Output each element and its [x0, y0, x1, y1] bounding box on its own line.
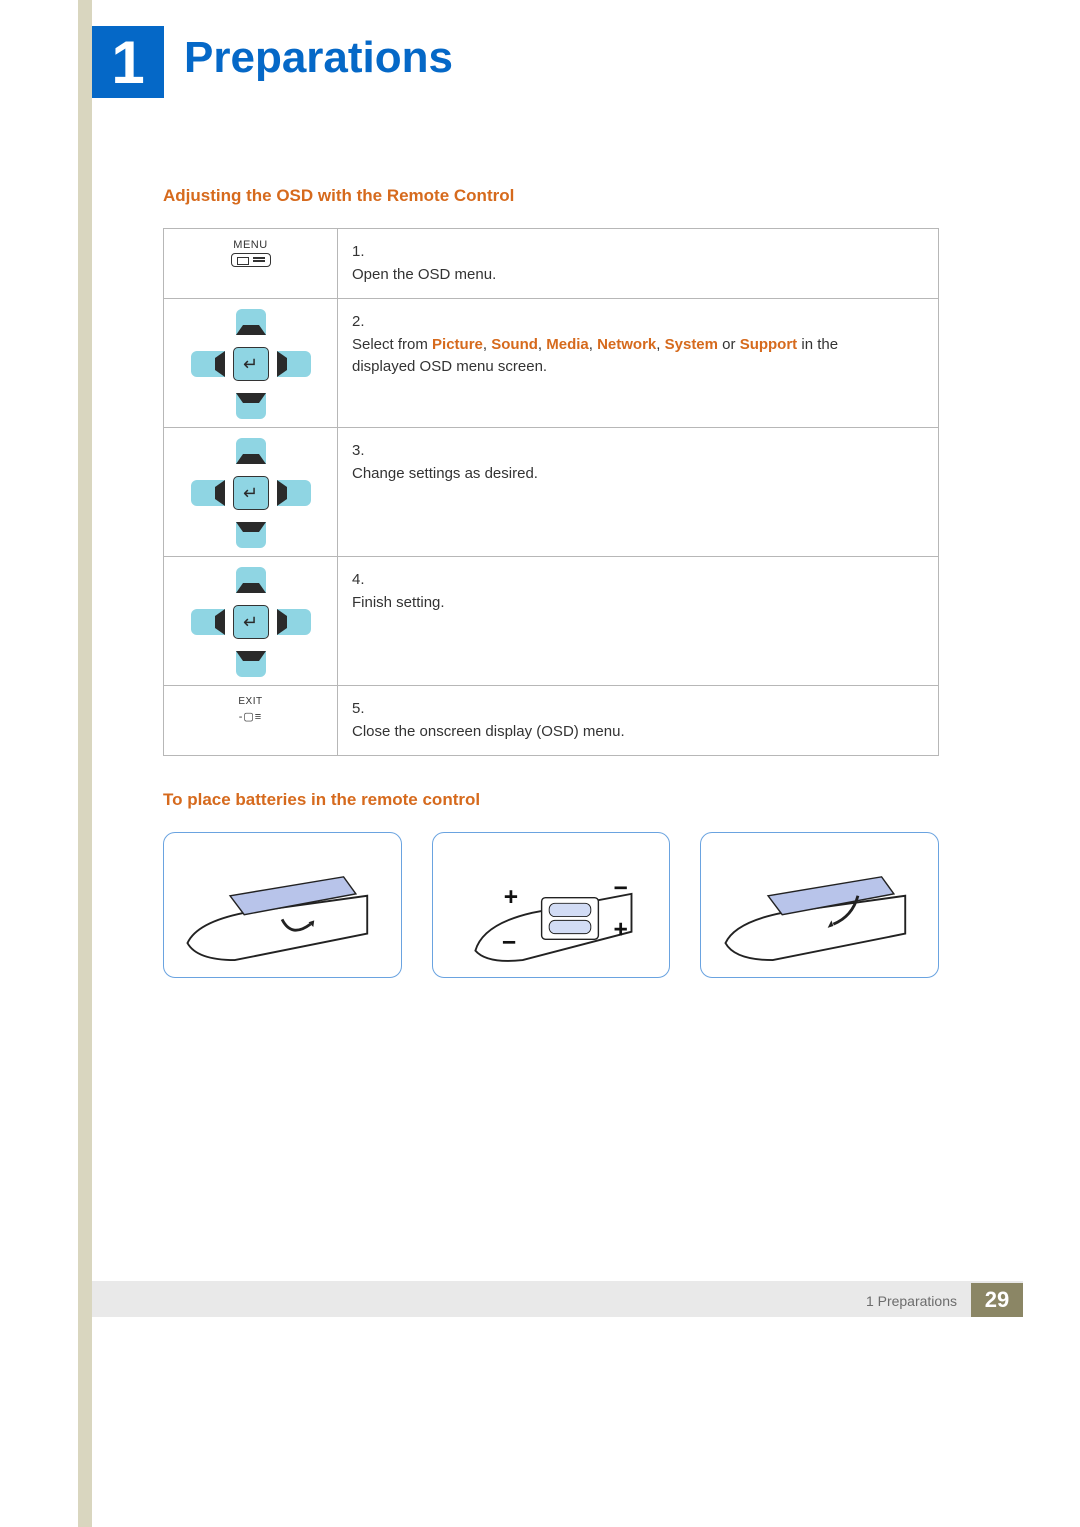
table-row: ↵ 2. Select from Picture, Sound, Media, …	[164, 299, 939, 428]
left-rail	[78, 0, 92, 1527]
footer-label: 1 Preparations	[852, 1283, 971, 1317]
dpad-icon: ↵	[191, 438, 311, 548]
dpad-right-icon	[277, 609, 311, 635]
battery-panel-insert: + − − +	[432, 832, 671, 978]
step-text: Close the onscreen display (OSD) menu.	[352, 721, 898, 744]
step-number: 4.	[352, 569, 374, 592]
joiner: ,	[483, 336, 491, 353]
minus-symbol: −	[502, 929, 516, 956]
dpad-down-icon	[236, 522, 266, 548]
dpad-left-icon	[191, 480, 225, 506]
icon-cell-exit: EXIT -▢≡	[164, 686, 338, 756]
menu-option: Network	[597, 336, 656, 353]
joiner: ,	[656, 336, 664, 353]
step-number: 2.	[352, 311, 374, 334]
plus-symbol: +	[613, 916, 627, 943]
dpad-right-icon	[277, 351, 311, 377]
icon-cell-dpad: ↵	[164, 557, 338, 686]
section-heading-battery: To place batteries in the remote control	[163, 790, 939, 810]
joiner: ,	[589, 336, 597, 353]
dpad-enter-icon: ↵	[233, 476, 269, 510]
remote-open-cover-icon	[178, 839, 386, 971]
chapter-title: Preparations	[184, 33, 453, 83]
chapter-number: 1	[111, 28, 144, 97]
chapter-number-box: 1	[92, 26, 164, 98]
table-row: EXIT -▢≡ 5. Close the onscreen display (…	[164, 686, 939, 756]
step-cell: 5. Close the onscreen display (OSD) menu…	[338, 686, 939, 756]
dpad-enter-icon: ↵	[233, 605, 269, 639]
step-text-prefix: Select from	[352, 336, 432, 353]
step-cell: 4. Finish setting.	[338, 557, 939, 686]
dpad-enter-icon: ↵	[233, 347, 269, 381]
footer-page-number: 29	[971, 1283, 1023, 1317]
dpad-up-icon	[236, 309, 266, 335]
table-row: ↵ 4. Finish setting.	[164, 557, 939, 686]
step-number: 3.	[352, 440, 374, 463]
page-footer: 1 Preparations 29	[852, 1283, 1023, 1317]
joiner: ,	[538, 336, 546, 353]
step-text: Select from Picture, Sound, Media, Netwo…	[352, 334, 898, 379]
dpad-icon: ↵	[191, 309, 311, 419]
last-joiner: or	[718, 336, 740, 353]
battery-panel-close	[700, 832, 939, 978]
menu-button-icon: MENU	[231, 239, 271, 271]
step-text: Change settings as desired.	[352, 463, 898, 486]
dpad-down-icon	[236, 651, 266, 677]
icon-cell-dpad: ↵	[164, 299, 338, 428]
dpad-left-icon	[191, 351, 225, 377]
step-number: 1.	[352, 241, 374, 264]
dpad-left-icon	[191, 609, 225, 635]
battery-insert-icon: + − − +	[447, 839, 655, 971]
dpad-up-icon	[236, 567, 266, 593]
menu-option: Support	[740, 336, 798, 353]
menu-icon	[231, 253, 271, 267]
menu-option: System	[665, 336, 718, 353]
icon-cell-menu: MENU	[164, 229, 338, 299]
dpad-right-icon	[277, 480, 311, 506]
table-row: MENU 1. Open the OSD menu.	[164, 229, 939, 299]
battery-section: To place batteries in the remote control…	[163, 790, 939, 978]
exit-button-icon: EXIT -▢≡	[238, 696, 262, 724]
step-cell: 3. Change settings as desired.	[338, 428, 939, 557]
menu-option: Picture	[432, 336, 483, 353]
dpad-icon: ↵	[191, 567, 311, 677]
plus-symbol: +	[504, 884, 518, 911]
step-text: Open the OSD menu.	[352, 264, 898, 287]
menu-option: Sound	[491, 336, 538, 353]
step-cell: 2. Select from Picture, Sound, Media, Ne…	[338, 299, 939, 428]
exit-label: EXIT	[238, 696, 262, 707]
step-cell: 1. Open the OSD menu.	[338, 229, 939, 299]
step-text: Finish setting.	[352, 592, 898, 615]
osd-steps-table: MENU 1. Open the OSD menu. ↵ 2.	[163, 228, 939, 756]
dpad-down-icon	[236, 393, 266, 419]
minus-symbol: −	[613, 875, 627, 902]
step-number: 5.	[352, 698, 374, 721]
remote-close-cover-icon	[716, 839, 924, 971]
battery-panel-open	[163, 832, 402, 978]
table-row: ↵ 3. Change settings as desired.	[164, 428, 939, 557]
menu-option: Media	[546, 336, 589, 353]
icon-cell-dpad: ↵	[164, 428, 338, 557]
battery-row: + − − +	[163, 832, 939, 978]
dpad-up-icon	[236, 438, 266, 464]
exit-icon: -▢≡	[239, 710, 262, 723]
menu-label: MENU	[231, 239, 271, 251]
section-heading-osd: Adjusting the OSD with the Remote Contro…	[163, 186, 939, 206]
content-area: Adjusting the OSD with the Remote Contro…	[163, 186, 939, 978]
